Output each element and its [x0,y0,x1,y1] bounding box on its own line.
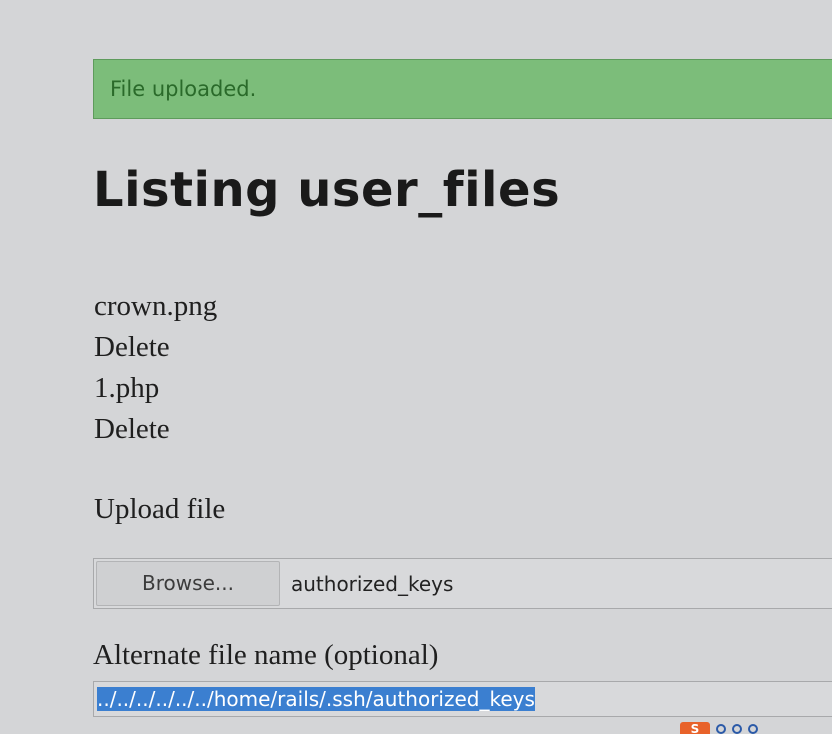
status-icon [732,724,742,734]
selected-file-name: authorized_keys [291,572,454,596]
file-list: crown.png Delete 1.php Delete [94,286,217,450]
status-icon [748,724,758,734]
file-input[interactable]: Browse... authorized_keys [93,558,832,609]
app-logo-icon: S [680,722,710,734]
file-name: crown.png [94,290,218,322]
delete-link[interactable]: Delete [94,409,217,450]
browse-button[interactable]: Browse... [96,561,280,606]
file-name: 1.php [94,372,160,404]
flash-notice: File uploaded. [93,59,832,119]
upload-file-label: Upload file [94,493,226,525]
alternate-name-input[interactable]: ../../../../../../home/rails/.ssh/author… [93,681,832,717]
status-icon [716,724,726,734]
flash-message: File uploaded. [110,77,257,101]
alternate-name-value: ../../../../../../home/rails/.ssh/author… [97,687,535,711]
delete-link[interactable]: Delete [94,327,217,368]
page-title: Listing user_files [93,162,561,218]
system-tray: S [680,722,758,734]
alternate-name-label: Alternate file name (optional) [93,639,439,671]
